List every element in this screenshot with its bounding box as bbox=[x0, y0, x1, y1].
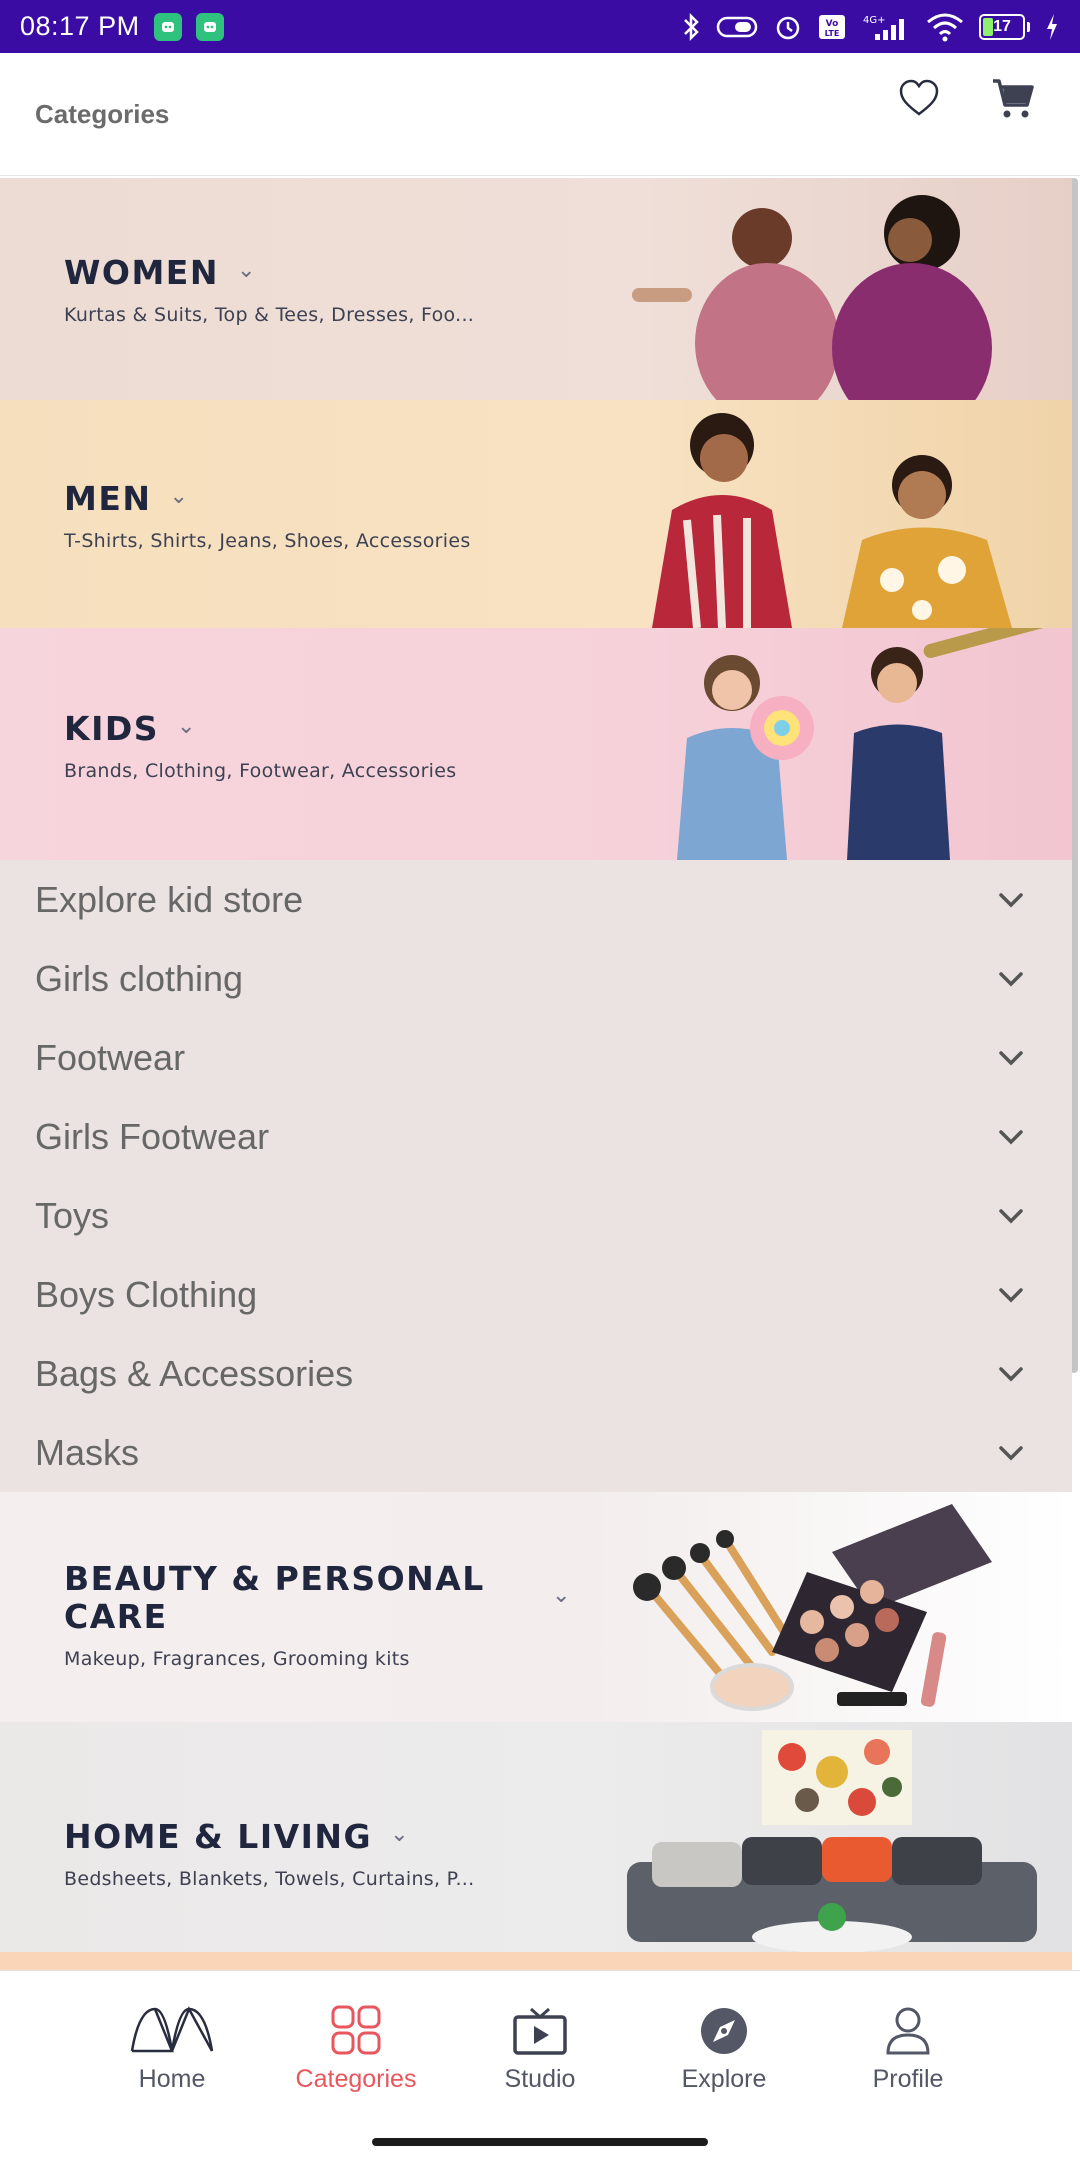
chevron-down-icon: ⌄ bbox=[236, 258, 257, 283]
category-subtitle: Makeup, Fragrances, Grooming kits bbox=[64, 1648, 410, 1670]
category-banner-beauty[interactable]: BEAUTY & PERSONAL CARE ⌄ Makeup, Fragranc… bbox=[0, 1492, 1072, 1722]
page-title: Categories bbox=[35, 98, 170, 129]
volte-icon: VoLTE bbox=[819, 14, 845, 39]
battery-level: 17 bbox=[993, 18, 1011, 35]
person-icon bbox=[886, 2007, 930, 2055]
chevron-down-icon: ⌄ bbox=[390, 1822, 411, 1847]
nav-studio[interactable]: Studio bbox=[465, 1971, 615, 2125]
chevron-down-icon: ⌄ bbox=[177, 714, 197, 739]
chevron-down-icon bbox=[999, 1050, 1023, 1065]
category-banner-kids[interactable]: KIDS ⌄ Brands, Clothing, Footwear, Access… bbox=[0, 628, 1072, 860]
status-time: 08:17 PM bbox=[20, 11, 140, 41]
nav-categories[interactable]: Categories bbox=[281, 1971, 431, 2125]
men-models-image bbox=[652, 413, 1012, 628]
chevron-down-icon bbox=[999, 971, 1023, 986]
nav-explore[interactable]: Explore bbox=[649, 1971, 799, 2125]
wishlist-heart-icon[interactable] bbox=[897, 77, 941, 121]
nav-profile[interactable]: Profile bbox=[833, 1971, 983, 2125]
svg-text:LTE: LTE bbox=[825, 29, 840, 38]
category-title: HOME & LIVING bbox=[64, 1817, 373, 1856]
subcategory-girls-clothing[interactable]: Girls clothing bbox=[0, 939, 1072, 1018]
chevron-down-icon bbox=[999, 1129, 1023, 1144]
subcategory-boys-clothing[interactable]: Boys Clothing bbox=[0, 1255, 1072, 1334]
chevron-down-icon bbox=[999, 1208, 1023, 1223]
category-banner-home-living[interactable]: HOME & LIVING ⌄ Bedsheets, Blankets, Towe… bbox=[0, 1722, 1072, 1952]
category-title: BEAUTY & PERSONAL CARE bbox=[64, 1559, 485, 1636]
category-subtitle: Brands, Clothing, Footwear, Accessories bbox=[64, 760, 457, 782]
bottom-nav: Home Categories Studio Explore Profile bbox=[0, 1970, 1080, 2125]
bluetooth-icon bbox=[684, 12, 699, 41]
wifi-icon bbox=[927, 13, 963, 41]
signal-icon: 4G+ bbox=[863, 15, 904, 40]
svg-text:Vo: Vo bbox=[826, 19, 839, 29]
svg-text:4G+: 4G+ bbox=[863, 15, 886, 26]
nav-home[interactable]: Home bbox=[97, 1971, 247, 2125]
myntra-logo-icon bbox=[130, 2006, 214, 2053]
compass-icon bbox=[701, 2008, 747, 2054]
subcategory-toys[interactable]: Toys bbox=[0, 1176, 1072, 1255]
next-category-peek bbox=[0, 1952, 1072, 1970]
kids-models-image bbox=[677, 628, 1050, 860]
category-title: WOMEN bbox=[64, 253, 219, 292]
chevron-down-icon bbox=[999, 1445, 1023, 1460]
category-title: MEN bbox=[64, 479, 152, 518]
makeup-products-image bbox=[633, 1504, 992, 1711]
chevron-down-icon: ⌄ bbox=[169, 484, 190, 509]
cart-icon[interactable] bbox=[991, 77, 1035, 121]
category-banner-men[interactable]: MEN ⌄ T-Shirts, Shirts, Jeans, Shoes, Acc… bbox=[0, 400, 1072, 628]
women-models-image bbox=[632, 195, 992, 400]
category-subtitle: Bedsheets, Blankets, Towels, Curtains, P… bbox=[64, 1868, 475, 1890]
kids-subcategory-list: Explore kid store Girls clothing Footwea… bbox=[0, 860, 1072, 1492]
category-subtitle: T-Shirts, Shirts, Jeans, Shoes, Accessor… bbox=[64, 530, 471, 552]
tv-icon bbox=[513, 2007, 567, 2055]
category-subtitle: Kurtas & Suits, Top & Tees, Dresses, Foo… bbox=[64, 304, 475, 326]
subcategory-bags-accessories[interactable]: Bags & Accessories bbox=[0, 1334, 1072, 1413]
status-bar: 08:17 PM Vo LTE 4G+ 17 bbox=[0, 0, 1080, 53]
category-title: KIDS bbox=[64, 709, 160, 748]
category-banner-women[interactable]: WOMEN ⌄ Kurtas & Suits, Top & Tees, Dress… bbox=[0, 178, 1072, 400]
data-saver-icon bbox=[716, 16, 758, 37]
subcategory-explore-kid-store[interactable]: Explore kid store bbox=[0, 860, 1072, 939]
notification-app-icon bbox=[195, 12, 224, 41]
chevron-down-icon bbox=[999, 892, 1023, 907]
alarm-icon bbox=[776, 16, 800, 39]
battery-icon: 17 bbox=[979, 13, 1030, 40]
living-room-image bbox=[627, 1730, 1037, 1952]
top-header: Categories bbox=[0, 53, 1080, 176]
subcategory-masks[interactable]: Masks bbox=[0, 1413, 1072, 1492]
chevron-down-icon bbox=[999, 1287, 1023, 1302]
grid-icon bbox=[331, 2005, 381, 2055]
subcategory-girls-footwear[interactable]: Girls Footwear bbox=[0, 1097, 1072, 1176]
home-indicator[interactable] bbox=[372, 2138, 708, 2146]
subcategory-footwear[interactable]: Footwear bbox=[0, 1018, 1072, 1097]
charging-icon bbox=[1047, 13, 1057, 40]
chevron-down-icon: ⌄ bbox=[552, 1583, 572, 1608]
notification-app-icon bbox=[153, 12, 182, 41]
chevron-down-icon bbox=[999, 1366, 1023, 1381]
